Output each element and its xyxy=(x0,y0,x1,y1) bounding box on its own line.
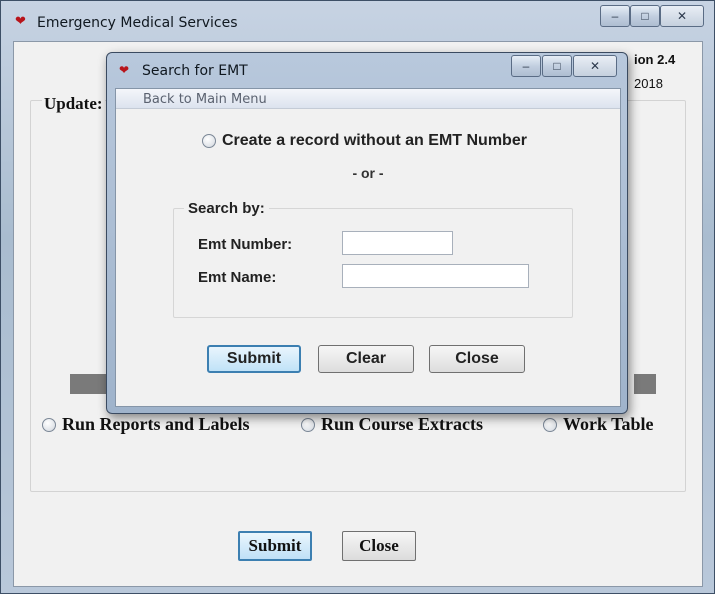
radio-label: Run Reports and Labels xyxy=(62,414,250,434)
emt-number-input[interactable] xyxy=(342,231,453,255)
heart-icon: ❤ xyxy=(119,63,130,77)
dialog-restore-button[interactable]: □ xyxy=(542,55,572,77)
radio-work-table[interactable]: Work Table xyxy=(543,414,654,435)
radio-label: Work Table xyxy=(563,414,654,434)
update-label: Update: xyxy=(42,94,105,114)
or-separator: - or - xyxy=(352,165,384,181)
radio-run-course-extracts[interactable]: Run Course Extracts xyxy=(301,414,483,435)
emt-number-label: Emt Number: xyxy=(198,236,293,253)
dialog-window-controls: – □ ✕ xyxy=(511,55,617,77)
gray-bar-left xyxy=(70,374,110,394)
version-date: 2018 xyxy=(634,76,663,91)
radio-button[interactable] xyxy=(42,417,56,432)
gray-bar-right xyxy=(634,374,656,394)
radio-button[interactable] xyxy=(301,417,315,432)
dialog-clear-button[interactable]: Clear xyxy=(318,345,414,373)
search-by-group xyxy=(173,208,573,318)
radio-button[interactable] xyxy=(543,417,557,432)
search-by-label: Search by: xyxy=(184,200,269,217)
radio-create-without-emt[interactable]: Create a record without an EMT Number xyxy=(202,132,527,150)
main-window-title: Emergency Medical Services xyxy=(37,15,238,31)
main-submit-button[interactable]: Submit xyxy=(238,531,312,561)
main-window-controls: – □ ✕ xyxy=(600,5,704,27)
dialog-submit-button[interactable]: Submit xyxy=(207,345,301,373)
menu-back-to-main[interactable]: Back to Main Menu xyxy=(143,92,267,107)
dialog-close-button[interactable]: Close xyxy=(429,345,525,373)
dialog-client-area: Back to Main Menu Create a record withou… xyxy=(115,88,621,407)
dialog-minimize-button[interactable]: – xyxy=(511,55,541,77)
minimize-button[interactable]: – xyxy=(600,5,630,27)
heart-icon: ❤ xyxy=(15,14,26,29)
close-window-button[interactable]: ✕ xyxy=(660,5,704,27)
search-emt-dialog: ❤ Search for EMT – □ ✕ Back to Main Menu… xyxy=(106,52,628,414)
radio-button[interactable] xyxy=(202,134,216,148)
restore-button[interactable]: □ xyxy=(630,5,660,27)
main-title-bar: ❤ Emergency Medical Services xyxy=(15,14,238,31)
radio-label: Create a record without an EMT Number xyxy=(222,132,527,149)
emt-name-input[interactable] xyxy=(342,264,529,288)
dialog-menu-bar: Back to Main Menu xyxy=(116,89,620,109)
main-close-button[interactable]: Close xyxy=(342,531,416,561)
dialog-title: Search for EMT xyxy=(142,63,248,79)
dialog-close-window-button[interactable]: ✕ xyxy=(573,55,617,77)
radio-run-reports[interactable]: Run Reports and Labels xyxy=(42,414,250,435)
emt-name-label: Emt Name: xyxy=(198,269,277,286)
version-label: ion 2.4 xyxy=(634,52,676,67)
radio-label: Run Course Extracts xyxy=(321,414,483,434)
